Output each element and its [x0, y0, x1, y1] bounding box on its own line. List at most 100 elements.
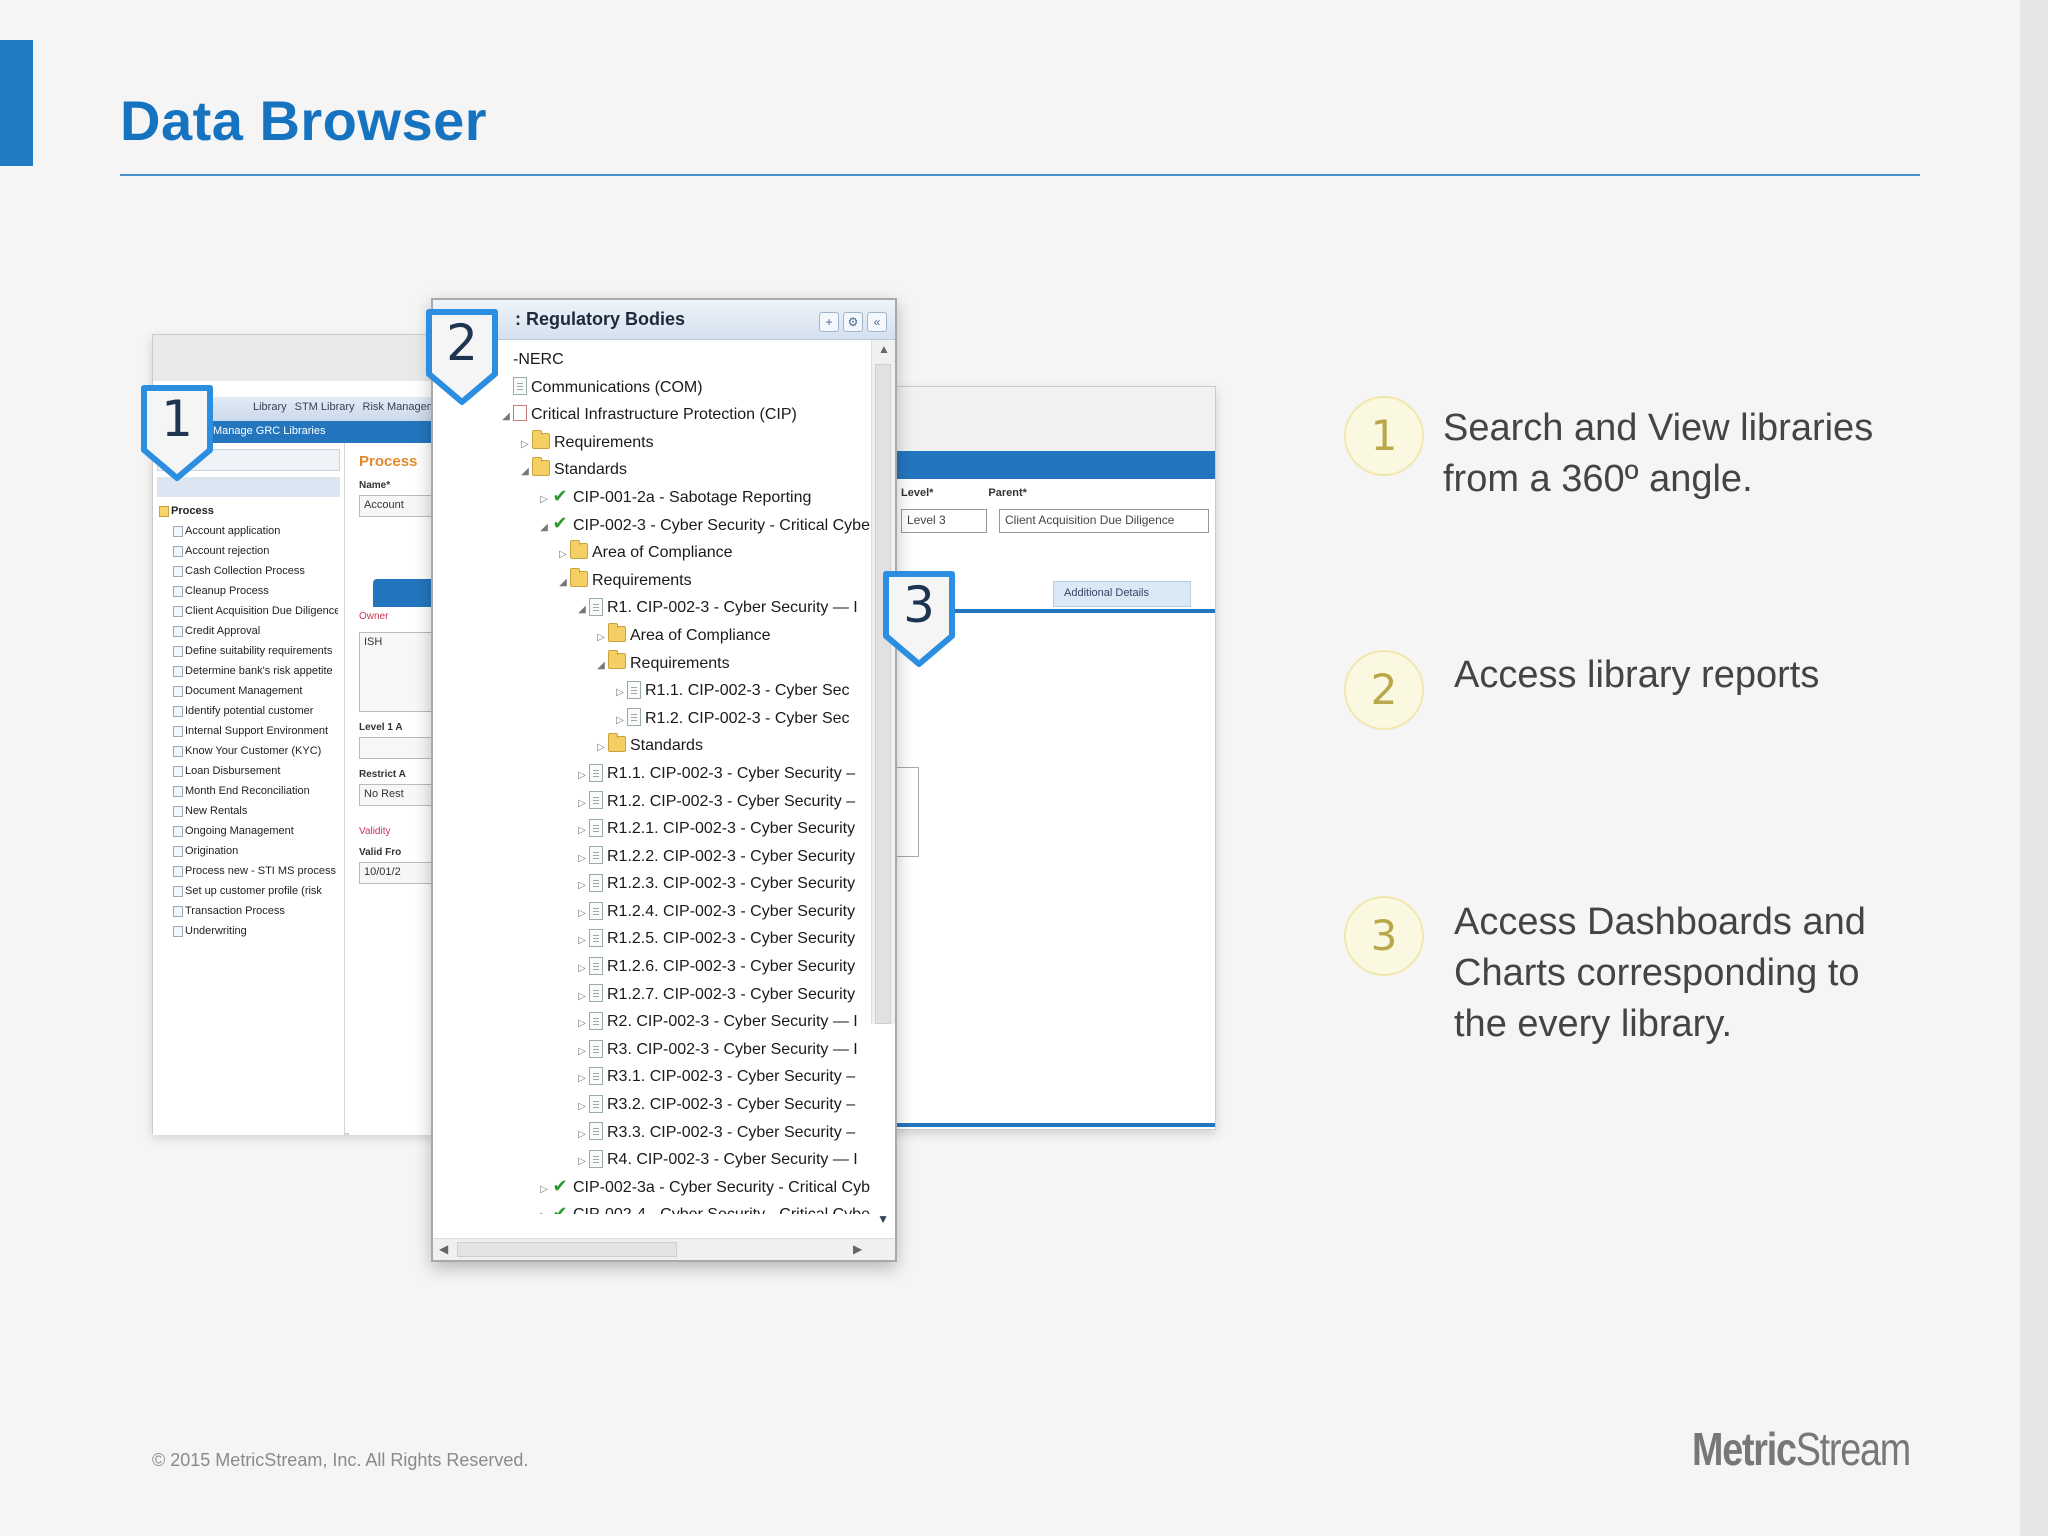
vertical-scrollbar[interactable]: ▲ [871, 340, 895, 1024]
tree-item[interactable]: Underwriting [159, 921, 338, 941]
horizontal-scrollbar[interactable]: ◀ ▶ [433, 1238, 895, 1260]
collapsed-arrow-icon[interactable]: ▷ [594, 734, 608, 760]
tree-node[interactable]: ▷ R1.1. CIP-002-3 - Cyber Security – [433, 760, 873, 788]
collapsed-arrow-icon[interactable]: ▷ [575, 1038, 589, 1064]
collapsed-arrow-icon[interactable]: ▷ [575, 872, 589, 898]
collapsed-arrow-icon[interactable]: ▷ [575, 845, 589, 871]
tree-node[interactable]: ▷ R1.2.6. CIP-002-3 - Cyber Security [433, 953, 873, 981]
details-textbox[interactable] [895, 767, 919, 857]
tree-node[interactable]: ▷ Standards [433, 732, 873, 760]
tree-item[interactable]: Determine bank's risk appetite [159, 661, 338, 681]
tree-item[interactable]: Document Management [159, 681, 338, 701]
tree-item[interactable]: Internal Support Environment [159, 721, 338, 741]
scroll-up-icon[interactable]: ▲ [878, 342, 890, 356]
tree-node[interactable]: ◢ R1. CIP-002-3 - Cyber Security — I [433, 594, 873, 622]
tree-item[interactable]: Know Your Customer (KYC) [159, 741, 338, 761]
collapsed-arrow-icon[interactable]: ▷ [575, 1121, 589, 1147]
tree-node[interactable]: ▷ R1.2.5. CIP-002-3 - Cyber Security [433, 925, 873, 953]
collapsed-arrow-icon[interactable]: ▷ [575, 1065, 589, 1091]
tree-node[interactable]: ▷ R1.2.7. CIP-002-3 - Cyber Security [433, 981, 873, 1009]
tree-item[interactable]: Account rejection [159, 541, 338, 561]
tab-additional-details[interactable]: Additional Details [1053, 581, 1191, 607]
collapsed-arrow-icon[interactable]: ▷ [575, 1148, 589, 1174]
tree-node[interactable]: ▷ R4. CIP-002-3 - Cyber Security — I [433, 1146, 873, 1174]
tree-node[interactable]: ◢ Requirements [433, 567, 873, 595]
collapsed-arrow-icon[interactable]: ▷ [575, 1010, 589, 1036]
add-icon[interactable]: + [819, 312, 839, 332]
tree-node[interactable]: ▷ R1.2. CIP-002-3 - Cyber Sec [433, 705, 873, 733]
collapsed-arrow-icon[interactable]: ▷ [537, 486, 551, 512]
scroll-left-icon[interactable]: ◀ [439, 1242, 448, 1256]
tree-root[interactable]: Process [159, 501, 338, 521]
tab-library[interactable]: Library [253, 401, 287, 421]
tree-item[interactable]: Loan Disbursement [159, 761, 338, 781]
collapsed-arrow-icon[interactable]: ▷ [575, 817, 589, 843]
tree-node[interactable]: ▷ R2. CIP-002-3 - Cyber Security — I [433, 1008, 873, 1036]
collapsed-arrow-icon[interactable]: ▷ [575, 955, 589, 981]
expanded-arrow-icon[interactable]: ◢ [594, 652, 608, 678]
tree-node[interactable]: ▷ R3.3. CIP-002-3 - Cyber Security – [433, 1119, 873, 1147]
collapsed-arrow-icon[interactable]: ▷ [575, 900, 589, 926]
tree-item[interactable]: Ongoing Management [159, 821, 338, 841]
tree-node[interactable]: ▷ R1.1. CIP-002-3 - Cyber Sec [433, 677, 873, 705]
collapsed-arrow-icon[interactable]: ▷ [575, 790, 589, 816]
collapsed-arrow-icon[interactable]: ▷ [575, 762, 589, 788]
tree-node[interactable]: Communications (COM) [433, 374, 873, 402]
collapsed-arrow-icon[interactable]: ▷ [575, 983, 589, 1009]
tree-item[interactable]: Month End Reconciliation [159, 781, 338, 801]
tree-node[interactable]: ▷ ✔ CIP-001-2a - Sabotage Reporting [433, 484, 873, 512]
tree-node[interactable]: -NERC [433, 346, 873, 374]
tab-stm-library[interactable]: STM Library [295, 401, 355, 421]
scroll-down-icon[interactable]: ▼ [877, 1212, 889, 1226]
tree-node[interactable]: ▷ ✔ CIP-002-3a - Cyber Security - Critical… [433, 1174, 873, 1202]
collapsed-arrow-icon[interactable]: ▷ [556, 541, 570, 567]
tree-item[interactable]: Account application [159, 521, 338, 541]
collapsed-arrow-icon[interactable]: ▷ [537, 1176, 551, 1202]
tree-node[interactable]: ◢ ✔ CIP-002-3 - Cyber Security - Critical … [433, 512, 873, 540]
tree-node[interactable]: ▷ R1.2.3. CIP-002-3 - Cyber Security [433, 870, 873, 898]
tree-node[interactable]: ▷ R1.2.2. CIP-002-3 - Cyber Security [433, 843, 873, 871]
collapsed-arrow-icon[interactable]: ▷ [594, 624, 608, 650]
tree-node[interactable]: ◢ Standards [433, 456, 873, 484]
tree-node[interactable]: ▷ R1.2.4. CIP-002-3 - Cyber Security [433, 898, 873, 926]
tree-item[interactable]: Cleanup Process [159, 581, 338, 601]
collapsed-arrow-icon[interactable]: ▷ [537, 1203, 551, 1214]
collapsed-arrow-icon[interactable]: ▷ [518, 431, 532, 457]
tree-node[interactable]: ▷ Area of Compliance [433, 622, 873, 650]
scrollbar-thumb[interactable] [457, 1242, 677, 1257]
collapsed-arrow-icon[interactable]: ▷ [613, 679, 627, 705]
expanded-arrow-icon[interactable]: ◢ [537, 514, 551, 540]
tree-node[interactable]: ▷ R1.2. CIP-002-3 - Cyber Security – [433, 788, 873, 816]
tree-node[interactable]: ▷ Area of Compliance [433, 539, 873, 567]
tree-node[interactable]: ◢ Critical Infrastructure Protection (CIP… [433, 401, 873, 429]
parent-field[interactable]: Client Acquisition Due Diligence [999, 509, 1209, 533]
tree-node[interactable]: ▷ R1.2.1. CIP-002-3 - Cyber Security [433, 815, 873, 843]
tree-item[interactable]: Identify potential customer [159, 701, 338, 721]
tree-item[interactable]: Process new - STI MS process [159, 861, 338, 881]
tree-item[interactable]: Define suitability requirements [159, 641, 338, 661]
tree-node[interactable]: ▷ R3.1. CIP-002-3 - Cyber Security – [433, 1063, 873, 1091]
tree-item[interactable]: Credit Approval [159, 621, 338, 641]
tree-node[interactable]: ▷✔ CIP-002-4 - Cyber Security - Critical … [433, 1201, 873, 1214]
tree-item[interactable]: Transaction Process [159, 901, 338, 921]
tree-item[interactable]: Origination [159, 841, 338, 861]
tree-node[interactable]: ▷ Requirements [433, 429, 873, 457]
level-select[interactable]: Level 3 [901, 509, 987, 533]
scrollbar-thumb[interactable] [875, 364, 891, 1024]
expanded-arrow-icon[interactable]: ◢ [575, 596, 589, 622]
expanded-arrow-icon[interactable]: ◢ [499, 403, 513, 429]
expanded-arrow-icon[interactable]: ◢ [518, 458, 532, 484]
tree-node[interactable]: ▷ R3. CIP-002-3 - Cyber Security — I [433, 1036, 873, 1064]
collapsed-arrow-icon[interactable]: ▷ [575, 1093, 589, 1119]
scroll-right-icon[interactable]: ▶ [853, 1242, 862, 1256]
settings-icon[interactable]: ⚙ [843, 312, 863, 332]
collapsed-arrow-icon[interactable]: ▷ [613, 707, 627, 733]
tree-item[interactable]: Cash Collection Process [159, 561, 338, 581]
tree-node[interactable]: ◢ Requirements [433, 650, 873, 678]
expanded-arrow-icon[interactable]: ◢ [556, 569, 570, 595]
tree-item[interactable]: Set up customer profile (risk [159, 881, 338, 901]
tree-item[interactable]: New Rentals [159, 801, 338, 821]
collapsed-arrow-icon[interactable]: ▷ [575, 927, 589, 953]
tree-item[interactable]: Client Acquisition Due Diligence [159, 601, 338, 621]
collapse-icon[interactable]: « [867, 312, 887, 332]
